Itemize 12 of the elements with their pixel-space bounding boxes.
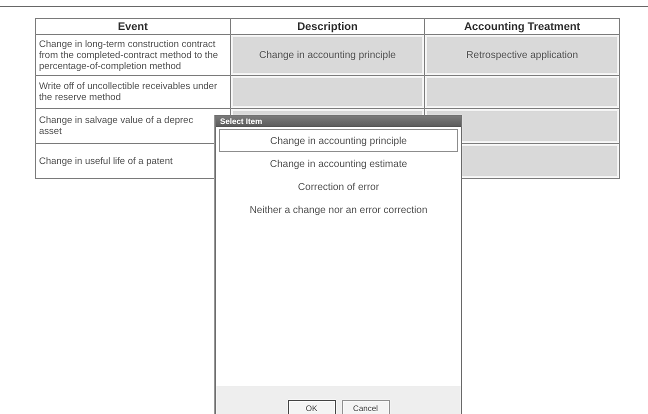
ok-button[interactable]: OK: [288, 400, 336, 414]
cancel-button[interactable]: Cancel: [342, 400, 390, 414]
answer-cell[interactable]: Retrospective application: [424, 34, 620, 76]
column-header: Description: [230, 18, 425, 34]
column-header: Event: [36, 18, 230, 34]
answer-cell[interactable]: Change in accounting principle: [230, 34, 425, 76]
table-cell: Write off of uncollectible receivables under the reserve method: [36, 76, 230, 108]
dialog-title: Select Item: [216, 116, 461, 127]
table-cell: Change in long-term construction contract from the completed-contract method to the percentage-of-completion method: [36, 34, 230, 76]
column-header: Accounting Treatment: [424, 18, 620, 34]
option-item[interactable]: Neither a change nor an error correction: [216, 198, 461, 221]
option-item[interactable]: Change in accounting principle: [219, 129, 458, 152]
